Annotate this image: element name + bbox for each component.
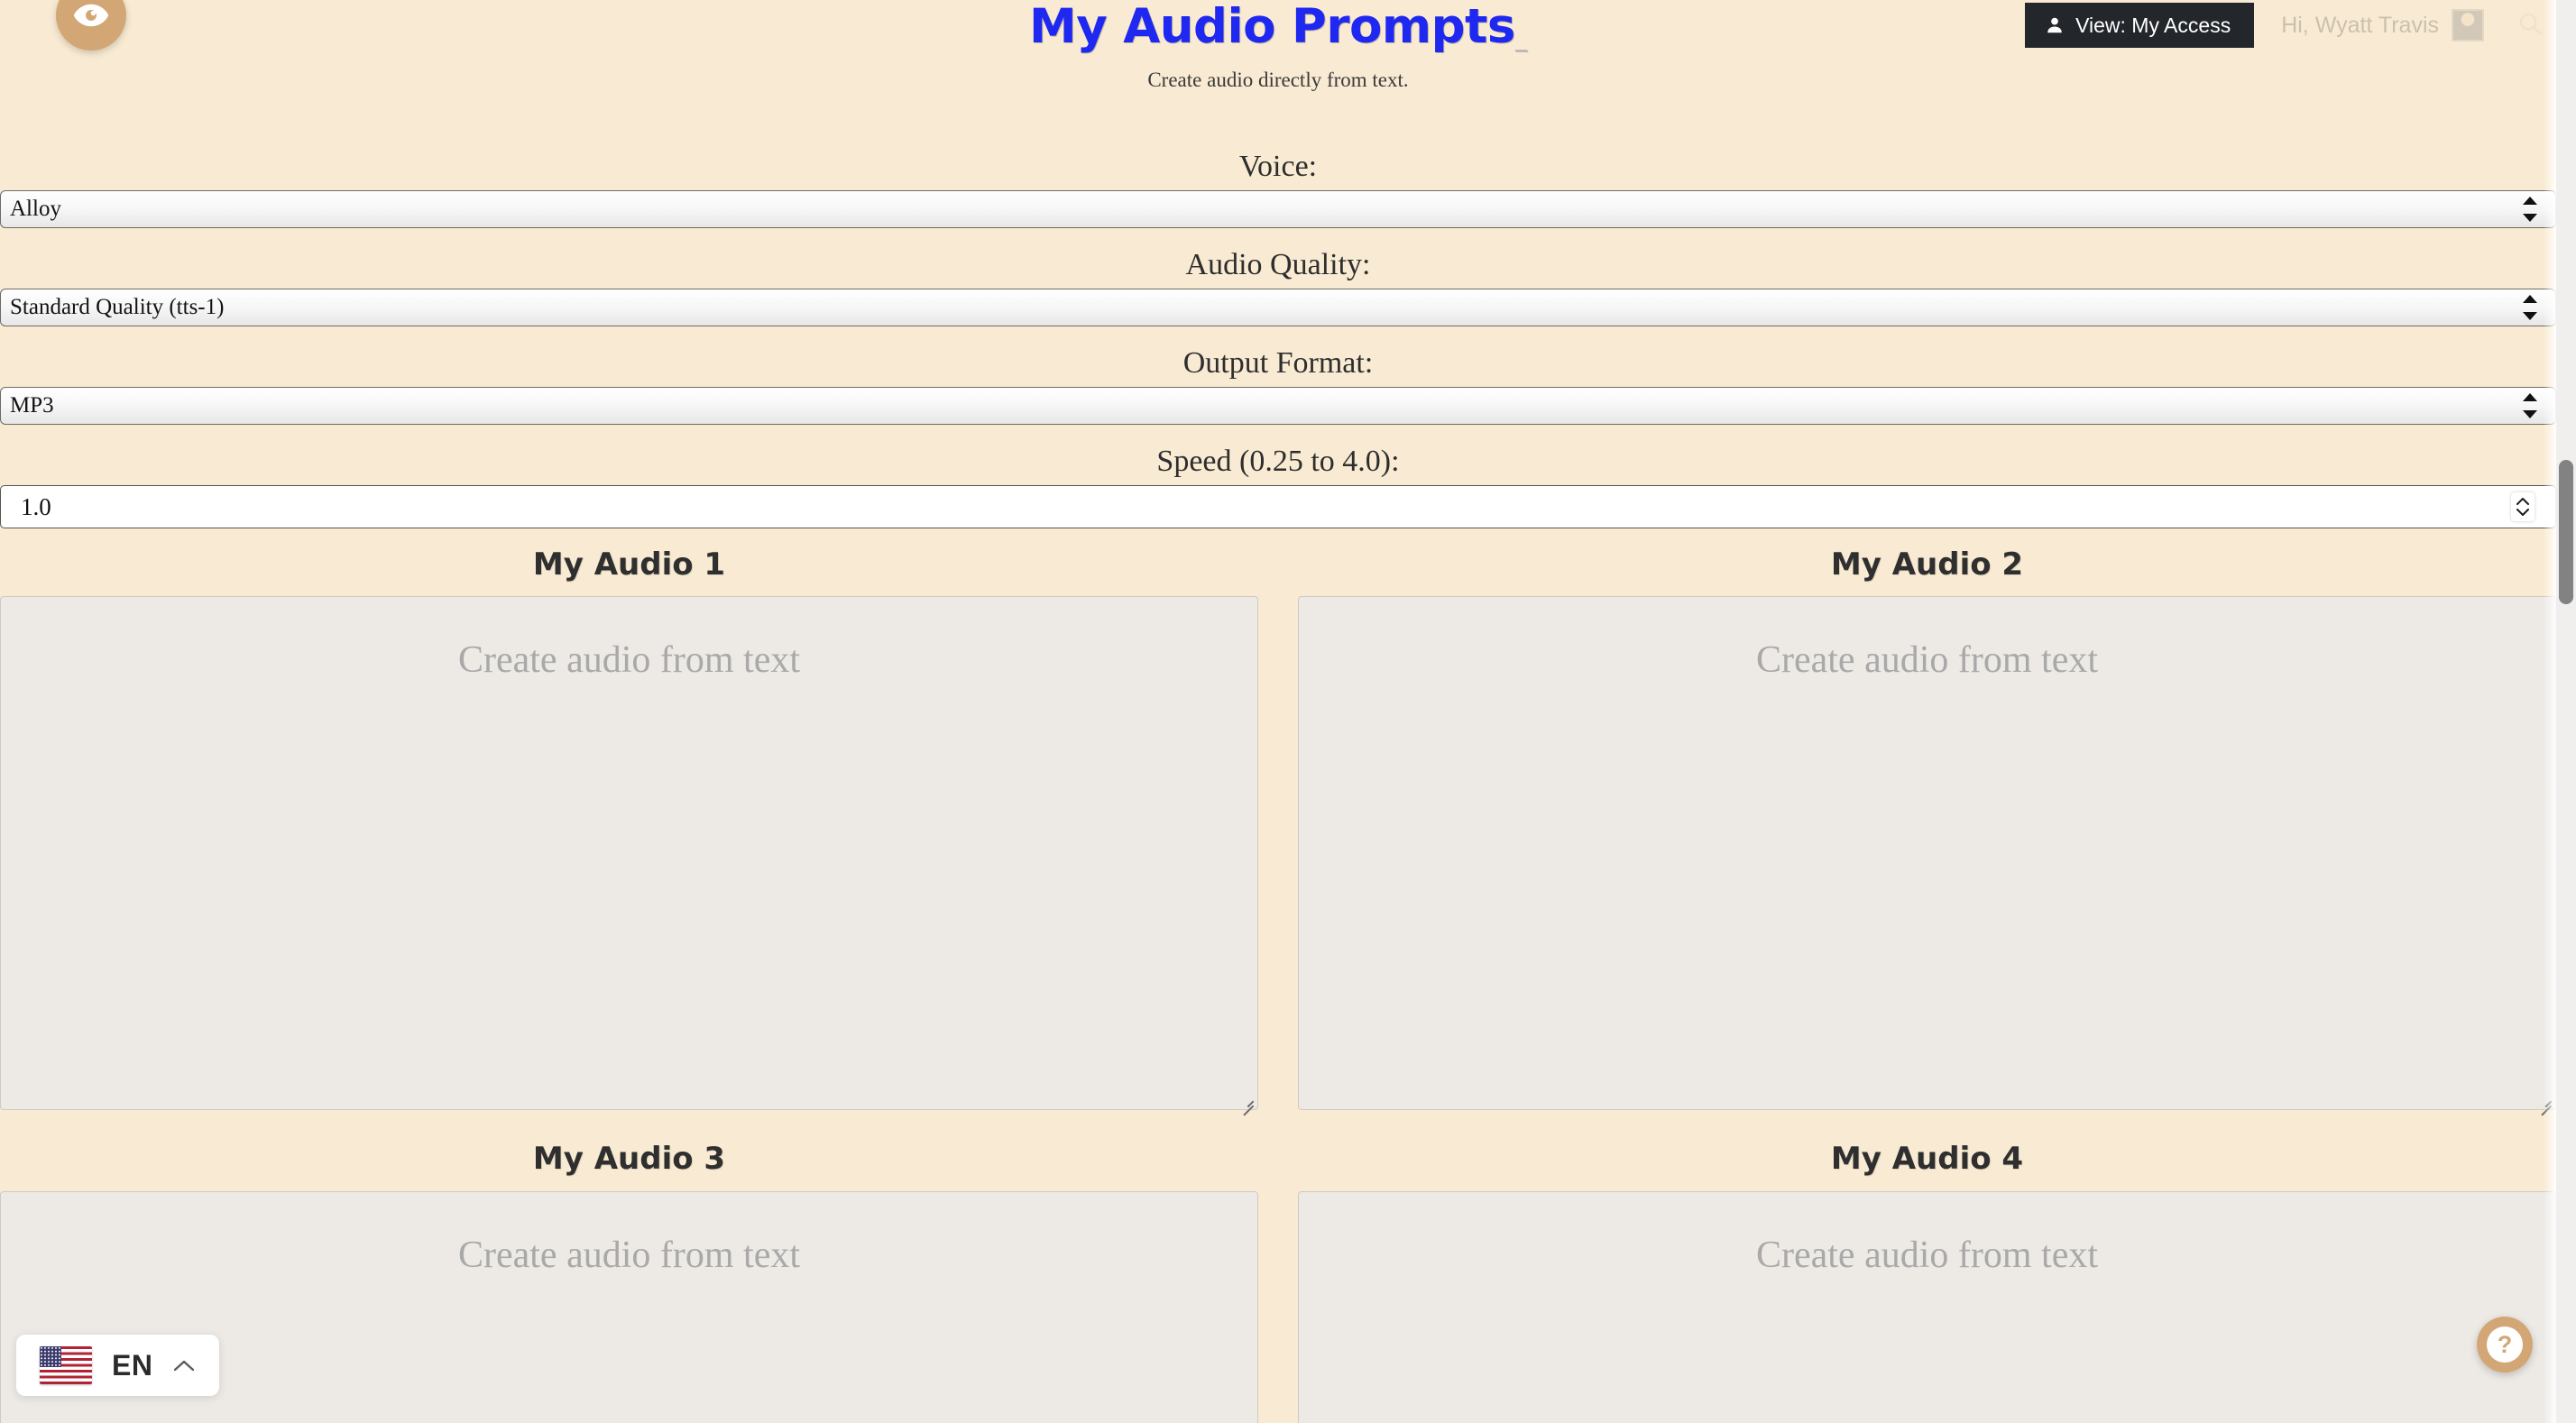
resize-handle-icon[interactable] bbox=[1239, 1091, 1254, 1115]
speed-input-wrap bbox=[0, 485, 2556, 528]
audio-cell-1: My Audio 1 Create audio from text bbox=[0, 537, 1278, 1115]
audio-1-heading: My Audio 1 bbox=[532, 546, 726, 583]
language-selector[interactable]: EN bbox=[16, 1335, 220, 1396]
help-question-mark-icon: ? bbox=[2487, 1327, 2523, 1363]
audio-quality-select[interactable]: Standard Quality (tts-1)High Definition … bbox=[0, 289, 2556, 326]
help-button[interactable]: ? bbox=[2477, 1317, 2533, 1373]
audio-cell-2: My Audio 2 Create audio from text bbox=[1278, 537, 2556, 1115]
quality-label: Audio Quality: bbox=[1185, 248, 1371, 281]
output-format-select[interactable]: MP3OPUSAACFLACWAVPCM bbox=[0, 387, 2556, 425]
greeting-text: Hi, Wyatt Travis bbox=[2281, 12, 2439, 38]
format-label: Output Format: bbox=[1182, 346, 1374, 380]
language-code-label: EN bbox=[112, 1348, 153, 1382]
audio-1-placeholder: Create audio from text bbox=[457, 639, 801, 682]
audio-3-heading: My Audio 3 bbox=[532, 1141, 726, 1178]
audio-4-placeholder: Create audio from text bbox=[1755, 1234, 2099, 1276]
chevron-up-icon bbox=[172, 1358, 196, 1373]
search-icon[interactable] bbox=[2516, 10, 2544, 41]
page-scroll-container: My Audio Prompts_ Create audio directly … bbox=[0, 0, 2556, 1423]
audio-3-placeholder: Create audio from text bbox=[457, 1234, 801, 1276]
audio-row: My Audio 1 Create audio from text My Aud… bbox=[0, 537, 2556, 1115]
format-select-wrap: MP3OPUSAACFLACWAVPCM bbox=[0, 387, 2556, 425]
speed-input[interactable] bbox=[0, 485, 2556, 528]
chevron-down-icon bbox=[2516, 509, 2529, 516]
audio-2-textarea[interactable]: Create audio from text bbox=[1298, 596, 2556, 1115]
voice-select[interactable]: AlloyEchoFableOnyxNovaShimmer bbox=[0, 190, 2556, 228]
speed-label: Speed (0.25 to 4.0): bbox=[1156, 445, 1400, 478]
top-user-strip: View: My Access Hi, Wyatt Travis bbox=[2025, 0, 2544, 50]
chevron-up-icon bbox=[2516, 498, 2529, 505]
title-caret: _ bbox=[1514, 25, 1527, 52]
quality-select-wrap: Standard Quality (tts-1)High Definition … bbox=[0, 289, 2556, 326]
page-subtitle: Create audio directly from text. bbox=[1147, 68, 1409, 91]
audio-settings-form: Voice: AlloyEchoFableOnyxNovaShimmer Aud… bbox=[0, 151, 2556, 528]
audio-2-placeholder: Create audio from text bbox=[1755, 639, 2099, 682]
audio-4-heading: My Audio 4 bbox=[1830, 1141, 2024, 1178]
us-flag-icon bbox=[40, 1346, 92, 1384]
view-my-access-badge[interactable]: View: My Access bbox=[2025, 3, 2255, 48]
page-title-text: My Audio Prompts bbox=[1029, 0, 1515, 54]
voice-label: Voice: bbox=[1238, 150, 1318, 183]
audio-1-textarea[interactable]: Create audio from text bbox=[0, 596, 1258, 1115]
audio-2-heading: My Audio 2 bbox=[1830, 546, 2024, 583]
audio-4-textarea[interactable]: Create audio from text bbox=[1298, 1190, 2556, 1423]
avatar[interactable] bbox=[2452, 9, 2484, 41]
audio-prompts-grid: My Audio 1 Create audio from text My Aud… bbox=[0, 537, 2556, 1423]
greeting-wrap: Hi, Wyatt Travis bbox=[2254, 9, 2544, 41]
vertical-scrollbar[interactable] bbox=[2556, 0, 2576, 1423]
person-icon bbox=[2047, 17, 2062, 33]
scrollbar-thumb[interactable] bbox=[2559, 460, 2573, 604]
view-my-access-label: View: My Access bbox=[2075, 13, 2231, 37]
speed-stepper[interactable] bbox=[2511, 492, 2535, 521]
eye-icon bbox=[73, 4, 109, 27]
audio-row: My Audio 3 Create audio from text My Aud… bbox=[0, 1132, 2556, 1423]
voice-select-wrap: AlloyEchoFableOnyxNovaShimmer bbox=[0, 190, 2556, 228]
resize-handle-icon[interactable] bbox=[2537, 1091, 2552, 1115]
audio-cell-4: My Audio 4 Create audio from text bbox=[1278, 1132, 2556, 1423]
